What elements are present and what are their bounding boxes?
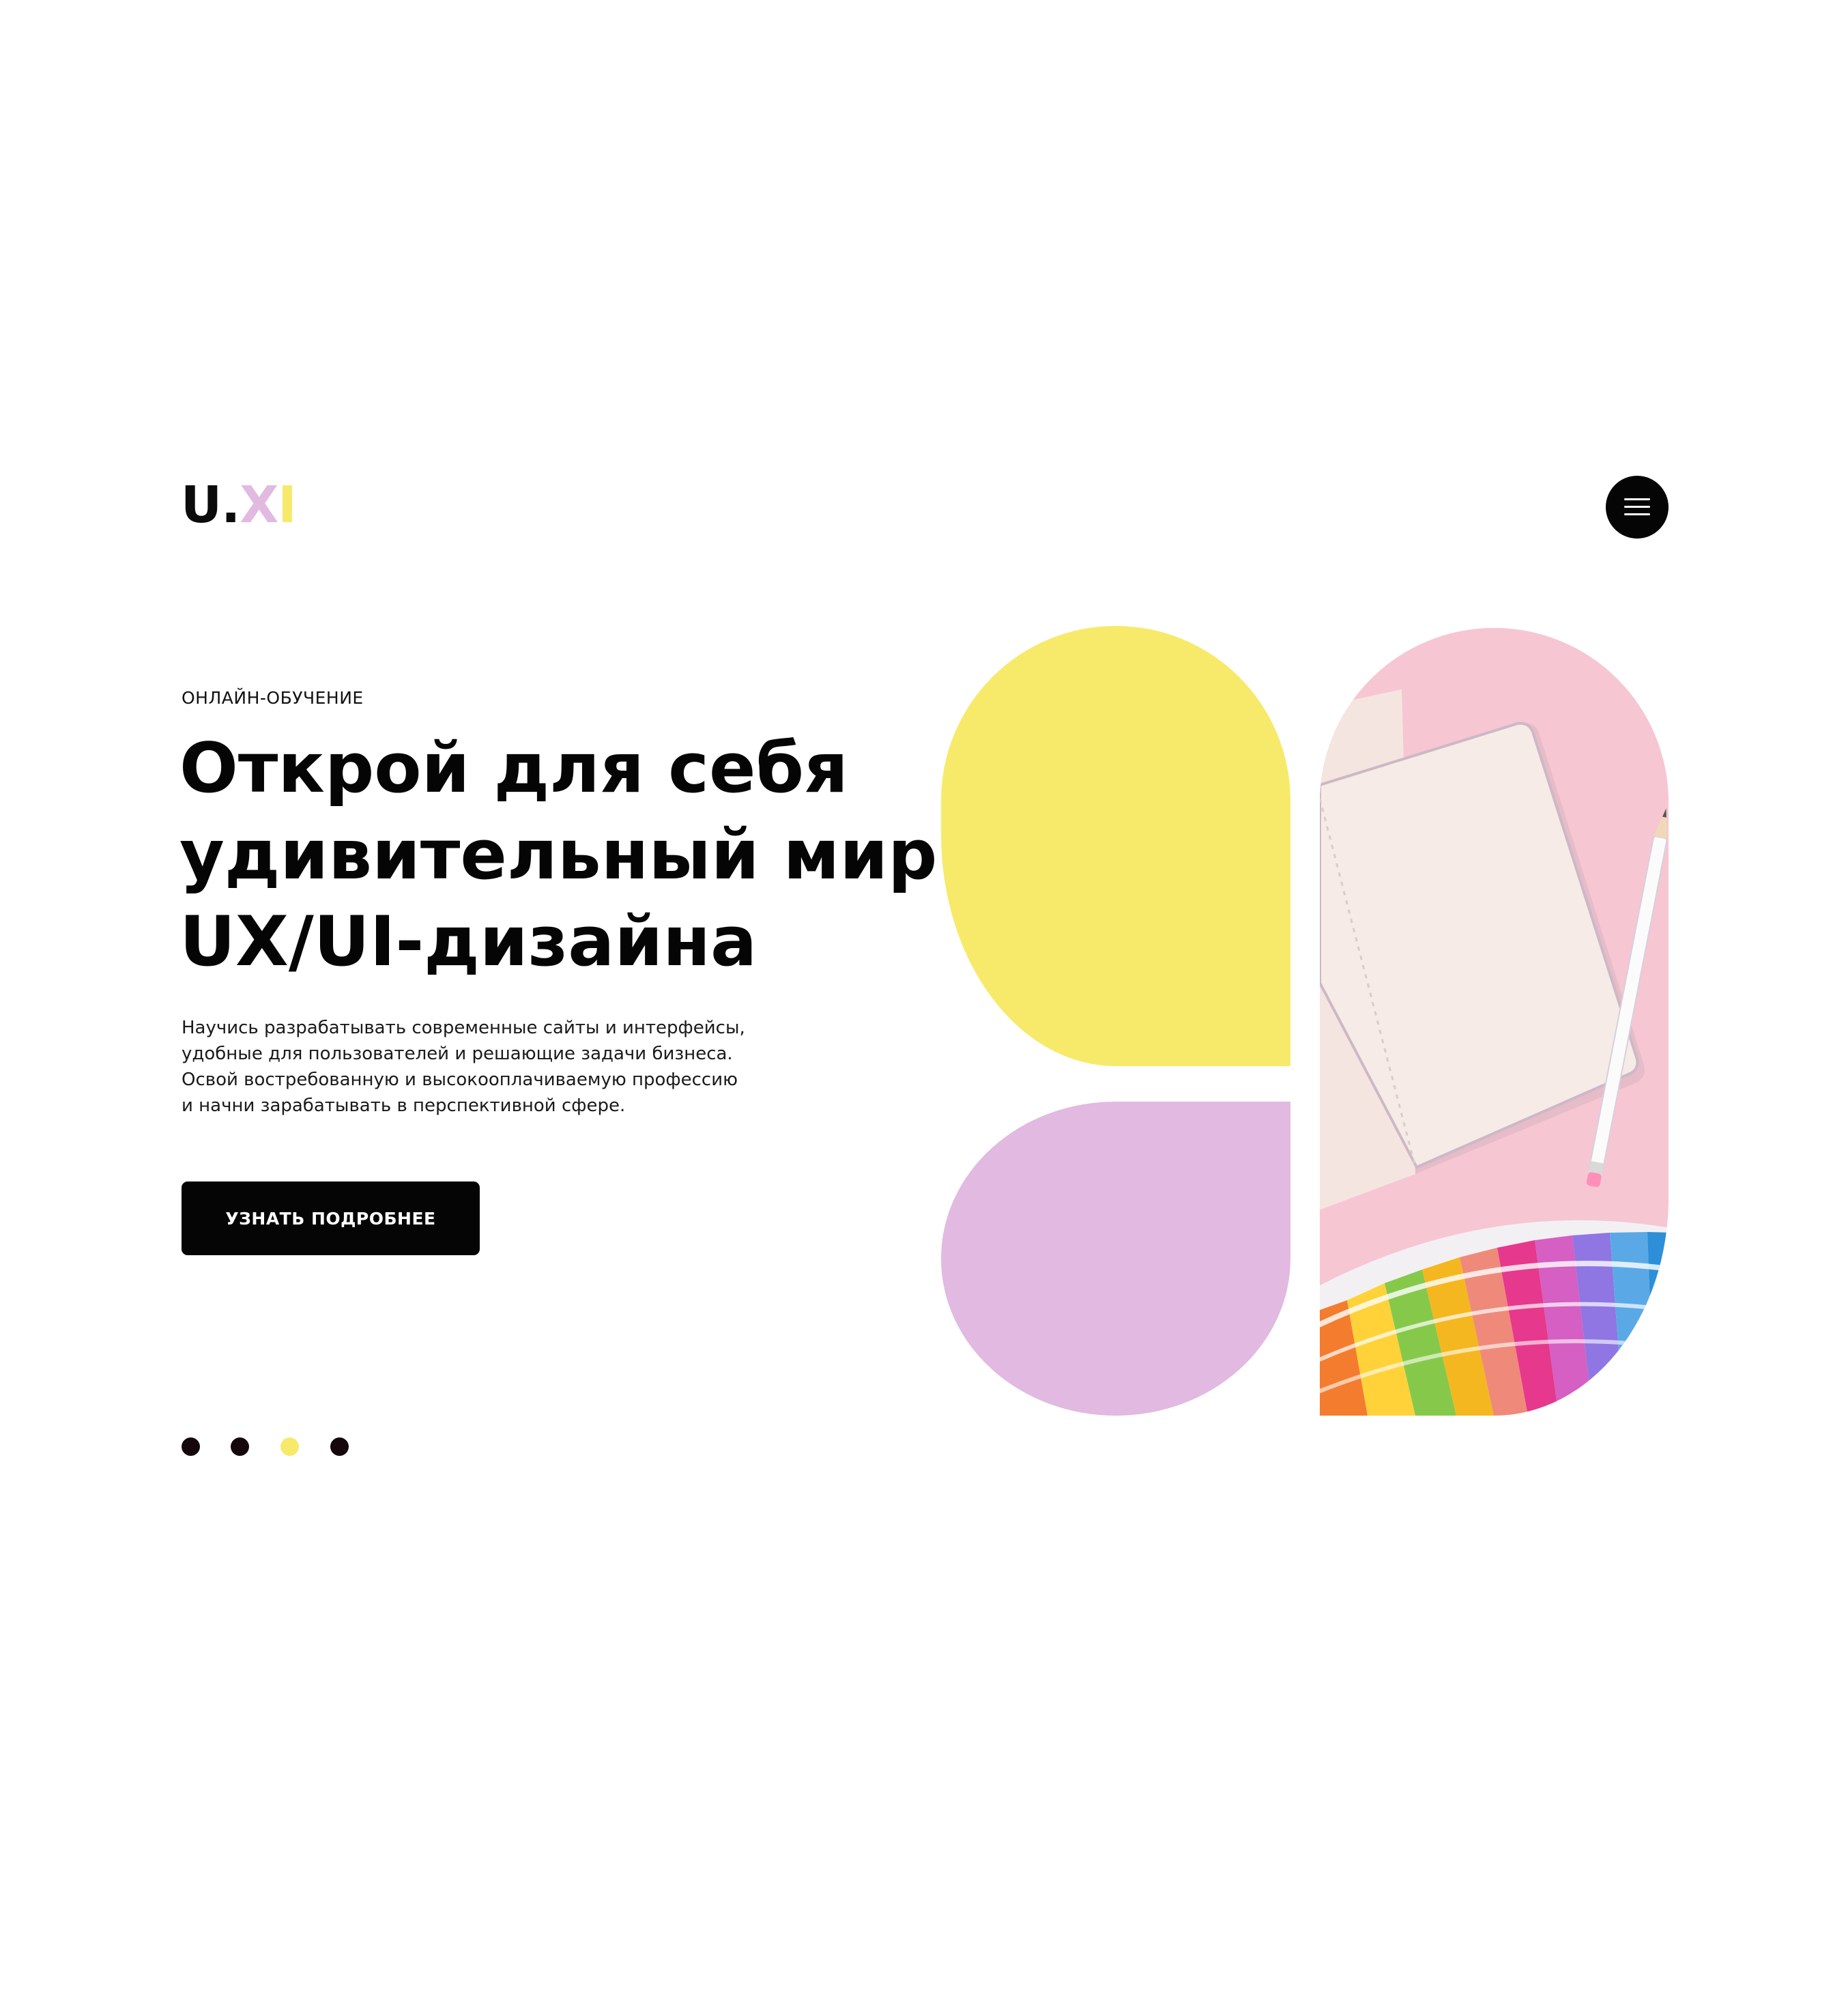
slider-dot[interactable] — [182, 1437, 200, 1456]
logo-text-x: X — [240, 476, 278, 534]
learn-more-button[interactable]: УЗНАТЬ ПОДРОБНЕЕ — [182, 1181, 480, 1255]
logo-text-i: I — [278, 476, 297, 534]
logo[interactable]: U.XI — [181, 476, 297, 534]
hero-photo — [1320, 628, 1669, 1416]
slider-dot[interactable] — [330, 1437, 349, 1456]
hero-description-line: удобные для пользователей и решающие зад… — [182, 1044, 733, 1064]
hero-title-line: удивительный мир — [179, 814, 938, 895]
notebook-palette-illustration — [1320, 628, 1669, 1416]
hero-description-line: Научись разрабатывать современные сайты … — [182, 1018, 745, 1038]
logo-text-u: U. — [181, 476, 240, 534]
yellow-decor-shape — [941, 626, 1290, 1066]
slider-dot[interactable] — [231, 1437, 249, 1456]
eyebrow-label: ОНЛАЙН-ОБУЧЕНИЕ — [182, 688, 364, 708]
hero-title: Открой для себя удивительный мир UX/UI-д… — [179, 725, 937, 985]
hero-description-line: и начни зарабатывать в перспективной сфе… — [182, 1095, 626, 1116]
menu-button[interactable] — [1606, 476, 1669, 539]
hero-title-line: UX/UI-дизайна — [179, 901, 757, 982]
hero-description: Научись разрабатывать современные сайты … — [182, 1015, 745, 1119]
slider-dot-active[interactable] — [280, 1437, 299, 1456]
lilac-decor-shape — [941, 1102, 1290, 1416]
hero-description-line: Освой востребованную и высокооплачиваему… — [182, 1070, 738, 1090]
hero-title-line: Открой для себя — [179, 728, 848, 808]
